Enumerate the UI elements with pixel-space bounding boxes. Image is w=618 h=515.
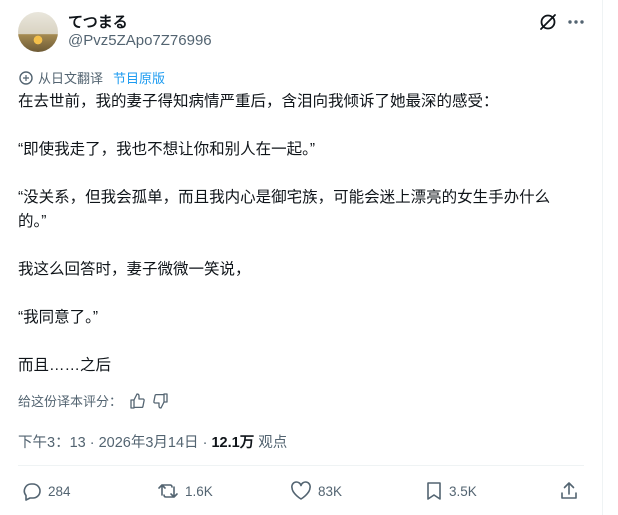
- views-count: 12.1万: [211, 435, 255, 451]
- avatar[interactable]: [18, 12, 58, 52]
- views-label: 观点: [258, 435, 288, 451]
- meta-separator: ·: [202, 435, 208, 451]
- tweet-paragraph: “我同意了。”: [18, 309, 99, 326]
- rating-label: 给这份译本评分：: [18, 394, 123, 409]
- tweet-paragraph: 而且……之后: [18, 357, 112, 374]
- reply-icon: [22, 481, 42, 501]
- thumbs-down-icon[interactable]: [152, 392, 170, 410]
- tweet-paragraph: “即使我走了，我也不想让你和别人在一起。”: [18, 141, 316, 158]
- meta-separator: ·: [89, 435, 95, 451]
- reply-count: 284: [48, 483, 71, 499]
- divider: [18, 465, 584, 466]
- heart-icon: [290, 481, 312, 501]
- share-button[interactable]: [559, 481, 579, 501]
- translation-rating: 给这份译本评分：: [18, 391, 170, 410]
- share-icon: [559, 481, 579, 501]
- translation-label: 从日文翻译: [38, 71, 104, 86]
- like-button[interactable]: 83K: [290, 481, 342, 501]
- thumbs-up-icon[interactable]: [128, 392, 146, 410]
- like-count: 83K: [318, 483, 343, 499]
- tweet-meta: 下午3：13 · 2026年3月14日 · 12.1万 观点: [18, 431, 287, 452]
- more-options-icon[interactable]: [566, 12, 586, 32]
- translation-notice: 从日文翻译 节目原版: [18, 68, 165, 87]
- bookmark-icon: [425, 481, 443, 501]
- post-date[interactable]: 2026年3月14日: [99, 435, 199, 451]
- author-handle[interactable]: @Pvz5ZApo7Z76996: [68, 32, 212, 49]
- post-time[interactable]: 下午3：13: [18, 435, 86, 451]
- translate-icon: [18, 70, 34, 86]
- grok-icon[interactable]: [538, 12, 558, 32]
- tweet-paragraph: 我这么回答时，妻子微微一笑说，: [18, 261, 251, 278]
- show-original-link[interactable]: 节目原版: [113, 68, 165, 87]
- tweet-paragraph: “没关系，但我会孤单，而且我内心是御宅族，可能会迷上漂亮的女生手办什么的。”: [18, 189, 551, 230]
- repost-icon: [157, 481, 179, 501]
- author-name[interactable]: てつまる: [68, 11, 128, 32]
- tweet-paragraph: 在去世前，我的妻子得知病情严重后，含泪向我倾诉了她最深的感受：: [18, 93, 499, 110]
- repost-button[interactable]: 1.6K: [157, 481, 213, 501]
- bookmark-count: 3.5K: [449, 483, 477, 499]
- repost-count: 1.6K: [185, 483, 213, 499]
- reply-button[interactable]: 284: [22, 481, 71, 501]
- bookmark-button[interactable]: 3.5K: [425, 481, 477, 501]
- tweet-card: てつまる @Pvz5ZApo7Z76996 从日文翻译 节目原版 在去世前，我的…: [0, 0, 603, 515]
